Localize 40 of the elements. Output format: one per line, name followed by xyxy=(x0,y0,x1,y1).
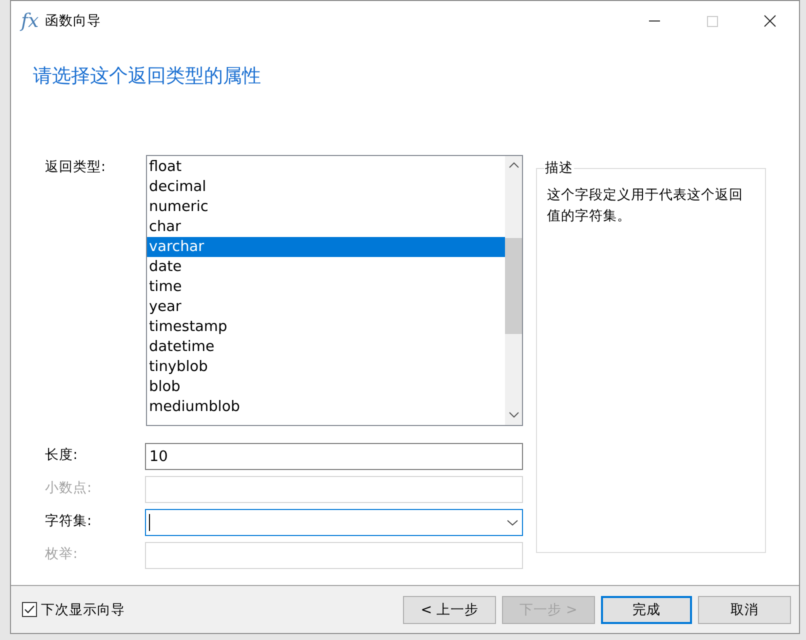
page-heading: 请选择这个返回类型的属性 xyxy=(33,64,262,89)
field-label: 枚举: xyxy=(45,545,79,563)
chevron-up-icon[interactable] xyxy=(508,162,518,168)
list-item[interactable]: timestamp xyxy=(147,317,505,337)
list-item[interactable]: year xyxy=(147,297,505,317)
field-label: 长度: xyxy=(45,446,79,464)
chevron-down-icon[interactable] xyxy=(507,520,518,526)
field-value: 10 xyxy=(149,448,168,464)
list-item[interactable]: mediumblob xyxy=(147,397,505,417)
checkbox-label[interactable]: 下次显示向导 xyxy=(41,600,397,618)
list-item[interactable]: date xyxy=(147,257,505,277)
list-item[interactable]: varchar xyxy=(147,237,505,257)
field-label: 小数点: xyxy=(45,479,93,497)
group-title: 描述 xyxy=(544,159,574,177)
list-item[interactable]: float xyxy=(147,157,505,177)
wizard-button[interactable]: 取消 xyxy=(698,596,791,624)
checkbox[interactable] xyxy=(22,602,37,617)
scroll-thumb[interactable] xyxy=(505,238,522,334)
window-title: 函数向导 xyxy=(44,12,102,30)
list-item[interactable]: numeric xyxy=(147,197,505,217)
minimize-icon[interactable] xyxy=(648,20,660,22)
list-item[interactable]: time xyxy=(147,277,505,297)
list-item[interactable]: decimal xyxy=(147,177,505,197)
scrollbar[interactable] xyxy=(505,156,522,425)
list-item[interactable]: datetime xyxy=(147,337,505,357)
field-label: 返回类型: xyxy=(45,158,107,176)
wizard-button[interactable]: < 上一步 xyxy=(403,596,496,624)
list-item[interactable]: tinyblob xyxy=(147,357,505,377)
wizard-button[interactable]: 完成 xyxy=(601,596,692,624)
list-item[interactable]: blob xyxy=(147,377,505,397)
function-icon: fx xyxy=(21,10,39,32)
text-cursor xyxy=(149,514,150,531)
charset-combo[interactable] xyxy=(145,509,523,536)
type-listbox[interactable]: float decimal numeric char varchar date time year timestamp datetime tinyblob blob mediumblob xyxy=(146,155,523,426)
input-field[interactable]: 10 xyxy=(145,443,523,470)
close-icon[interactable] xyxy=(764,15,776,27)
chevron-down-icon[interactable] xyxy=(508,412,518,418)
description-text: 这个字段定义用于代表这个返回值的字符集。 xyxy=(547,186,744,226)
list-item[interactable]: char xyxy=(147,217,505,237)
field-label: 字符集: xyxy=(45,512,93,530)
